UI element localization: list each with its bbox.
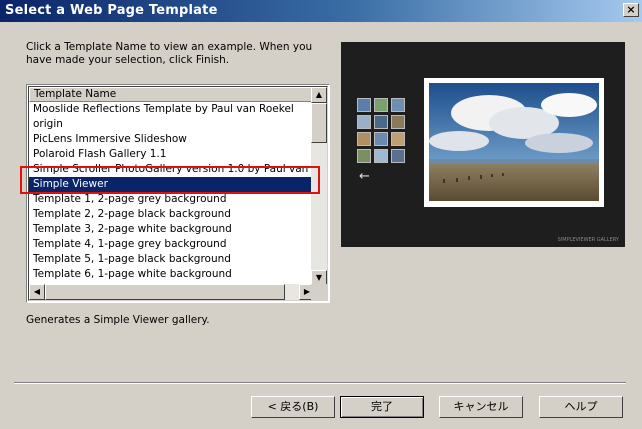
beach-photo	[429, 83, 599, 201]
template-description: Generates a Simple Viewer gallery.	[26, 314, 210, 326]
thumbnail-grid	[357, 98, 405, 163]
scrollbar-corner	[311, 284, 327, 300]
preview-thumbnail	[374, 115, 388, 129]
preview-photo-frame	[424, 78, 604, 207]
template-list-item[interactable]: Template 2, 2-page black background	[29, 207, 315, 222]
horizontal-scroll-thumb[interactable]	[45, 284, 285, 300]
template-rows: Mooslide Reflections Template by Paul va…	[29, 102, 315, 297]
template-list-item[interactable]: Template 3, 2-page white background	[29, 222, 315, 237]
template-list-item[interactable]: Polaroid Flash Gallery 1.1	[29, 147, 315, 162]
preview-thumbnail	[357, 115, 371, 129]
selection-highlight-annotation	[20, 166, 320, 194]
preview-thumbnail	[374, 98, 388, 112]
instructions-text: Click a Template Name to view an example…	[26, 41, 313, 66]
template-list-item[interactable]: PicLens Immersive Slideshow	[29, 132, 315, 147]
cancel-button[interactable]: キャンセル	[439, 396, 523, 418]
template-list-item[interactable]: Template 4, 1-page grey background	[29, 237, 315, 252]
preview-thumbnail	[391, 132, 405, 146]
back-button[interactable]: < 戻る(B)	[251, 396, 335, 418]
preview-thumbnail	[374, 132, 388, 146]
horizontal-scrollbar[interactable]: ◀ ▶	[29, 284, 315, 300]
window-title: Select a Web Page Template	[5, 3, 218, 18]
scroll-left-button[interactable]: ◀	[29, 284, 45, 300]
dialog-separator	[14, 382, 626, 384]
preview-thumbnail	[391, 149, 405, 163]
close-button[interactable]: ×	[623, 3, 639, 17]
vertical-scroll-thumb[interactable]	[311, 103, 327, 143]
template-list-item[interactable]: Template 6, 1-page white background	[29, 267, 315, 282]
scroll-up-button[interactable]: ▲	[311, 87, 327, 103]
preview-thumbnail	[391, 115, 405, 129]
preview-thumbnail	[357, 149, 371, 163]
template-list-item[interactable]: Mooslide Reflections Template by Paul va…	[29, 102, 315, 117]
preview-thumbnail	[391, 98, 405, 112]
template-list-item[interactable]: Template 1, 2-page grey background	[29, 192, 315, 207]
preview-caption: SIMPLEVIEWER GALLERY	[557, 237, 619, 243]
preview-thumbnail	[357, 132, 371, 146]
title-bar: Select a Web Page Template ×	[0, 0, 642, 22]
preview-thumbnail	[357, 98, 371, 112]
finish-button[interactable]: 完了	[340, 396, 424, 418]
preview-thumbnail	[374, 149, 388, 163]
help-button[interactable]: ヘルプ	[539, 396, 623, 418]
template-list-item[interactable]: Template 5, 1-page black background	[29, 252, 315, 267]
template-list-item[interactable]: origin	[29, 117, 315, 132]
back-arrow-icon: ←	[359, 169, 370, 184]
template-preview: ← SIMPLEVIEWER GALLERY	[341, 42, 625, 247]
column-header-template-name[interactable]: Template Name	[29, 87, 315, 102]
